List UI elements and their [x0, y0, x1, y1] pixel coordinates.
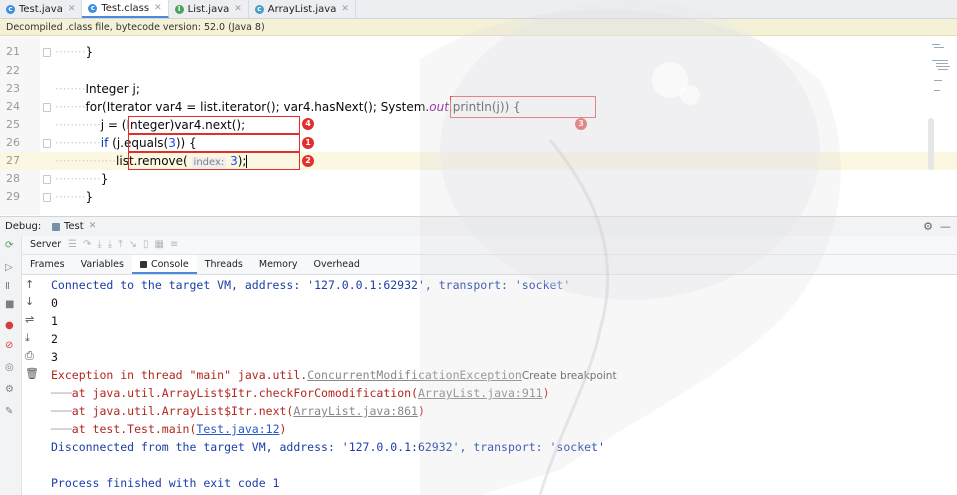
annotation-box-1 — [128, 134, 300, 152]
console-line: 2 — [51, 332, 58, 346]
evaluate-icon[interactable]: ▦ — [155, 236, 164, 254]
rerun-icon[interactable]: ⟳ — [5, 240, 13, 251]
console-line: Process finished with exit code 1 — [51, 476, 280, 490]
tab-test-java[interactable]: c Test.java ✕ — [0, 0, 83, 18]
console-line: 0 — [51, 296, 58, 310]
step-into-icon[interactable]: ⤓ — [97, 236, 101, 254]
console-exception-line: Exception in thread "main" java.util.Con… — [51, 368, 617, 382]
mute-breakpoints-icon[interactable]: ⊘ — [5, 340, 13, 351]
pin-icon[interactable]: ✎ — [5, 406, 13, 417]
annotation-badge: 3 — [575, 118, 587, 130]
debug-toolbar: Server ☰ ↷ ⤓ ⤓ ⤒ ↘ ▯ ▦ ≡ — [22, 236, 957, 255]
debug-tool-window-header: Debug: Test ✕ ⚙ — — [0, 216, 957, 237]
fold-marker-icon[interactable] — [43, 175, 51, 184]
code-minimap[interactable] — [930, 40, 952, 100]
decompiled-banner: Decompiled .class file, bytecode version… — [0, 19, 957, 36]
console-line: 3 — [51, 350, 58, 364]
stack-location-link[interactable]: ArrayList.java:911 — [418, 386, 543, 400]
tab-label: Test.java — [19, 3, 63, 15]
console-stack-line: ───at java.util.ArrayList$Itr.next(Array… — [51, 404, 425, 418]
print-icon[interactable]: ⎙ — [25, 349, 34, 363]
tab-label: List.java — [187, 3, 230, 15]
fold-marker-icon[interactable] — [43, 193, 51, 202]
console-line: Connected to the target VM, address: '12… — [51, 278, 571, 292]
code-line: 21 ········} — [6, 45, 94, 59]
fold-marker-icon[interactable] — [43, 48, 51, 57]
tab-test-class[interactable]: c Test.class ✕ — [82, 0, 169, 18]
up-arrow-icon[interactable]: ↑ — [25, 278, 34, 291]
stack-location-link[interactable]: Test.java:12 — [196, 422, 279, 436]
annotation-box-2 — [128, 152, 300, 170]
tab-variables[interactable]: Variables — [73, 255, 132, 274]
console-output[interactable]: Connected to the target VM, address: '12… — [42, 275, 957, 495]
close-icon[interactable]: ✕ — [68, 4, 76, 14]
run-to-cursor-icon[interactable]: ▯ — [143, 236, 149, 254]
annotation-badge: 4 — [302, 118, 314, 130]
tab-label: ArrayList.java — [267, 3, 337, 15]
class-icon: c — [254, 4, 264, 14]
tab-frames[interactable]: Frames — [22, 255, 73, 274]
step-over-icon[interactable]: ↷ — [83, 236, 91, 254]
class-icon: c — [88, 3, 98, 13]
settings-icon[interactable]: ⚙ — [5, 384, 14, 395]
interface-icon: I — [174, 4, 184, 14]
stop-icon[interactable]: ■ — [5, 299, 14, 310]
debug-tabs: Frames Variables Console Threads Memory … — [22, 255, 957, 275]
console-toolbar: ↑ ↓ ⇌ ⤓ ⎙ 🗑 — [22, 275, 41, 495]
soft-wrap-icon[interactable]: ⇌ — [25, 313, 34, 326]
exception-class-link[interactable]: ConcurrentModificationException — [307, 368, 522, 382]
console-icon — [139, 261, 147, 268]
tab-console[interactable]: Console — [131, 255, 197, 274]
pause-icon[interactable]: Ⅱ — [5, 281, 10, 292]
down-arrow-icon[interactable]: ↓ — [25, 295, 34, 308]
debug-session-tab[interactable]: Test ✕ — [52, 217, 96, 236]
console-stack-line: ───at java.util.ArrayList$Itr.checkForCo… — [51, 386, 550, 400]
settings-icon[interactable]: ⚙ — — [923, 217, 951, 236]
console-line: Disconnected from the target VM, address… — [51, 440, 605, 454]
annotation-badge: 2 — [302, 155, 314, 167]
layout-icon[interactable]: ☰ — [68, 236, 77, 254]
stack-location-link[interactable]: ArrayList.java:861 — [293, 404, 418, 418]
code-line: 29 ········} — [6, 190, 94, 204]
annotation-box-3 — [450, 96, 596, 118]
tab-overhead[interactable]: Overhead — [306, 255, 368, 274]
more-icon[interactable]: ≡ — [170, 236, 178, 254]
annotation-badge: 1 — [302, 137, 314, 149]
code-line: 28 ············} — [6, 172, 109, 186]
debug-left-toolbar: ⟳ ▷ Ⅱ ■ ● ⊘ ◎ ⚙ ✎ — [0, 236, 22, 495]
breakpoints-icon[interactable]: ● — [5, 320, 14, 331]
tab-memory[interactable]: Memory — [251, 255, 306, 274]
resume-icon[interactable]: ▷ — [5, 262, 13, 273]
code-editor[interactable]: 21 ········} 22 23 ········Integer j; 24… — [0, 37, 957, 215]
tab-list-java[interactable]: I List.java ✕ — [169, 0, 249, 18]
tab-label: Test.class — [101, 2, 150, 14]
tab-threads[interactable]: Threads — [197, 255, 251, 274]
console-line: 1 — [51, 314, 58, 328]
console-stack-line: ───at test.Test.main(Test.java:12) — [51, 422, 287, 436]
editor-scrollbar[interactable] — [928, 118, 934, 170]
step-out-icon[interactable]: ⤒ — [118, 236, 122, 254]
close-icon[interactable]: ✕ — [154, 3, 162, 13]
scroll-to-end-icon[interactable]: ⤓ — [25, 331, 30, 345]
drop-frame-icon[interactable]: ↘ — [129, 236, 137, 254]
fold-marker-icon[interactable] — [43, 139, 51, 148]
close-icon[interactable]: ✕ — [234, 4, 242, 14]
close-icon[interactable]: ✕ — [89, 217, 97, 236]
trash-icon[interactable]: 🗑 — [25, 367, 39, 380]
fold-marker-icon[interactable] — [43, 103, 51, 112]
session-icon — [52, 222, 60, 231]
camera-icon[interactable]: ◎ — [5, 362, 14, 373]
create-breakpoint-link[interactable]: Create breakpoint — [522, 370, 617, 382]
editor-tab-bar: c Test.java ✕ c Test.class ✕ I List.java… — [0, 0, 957, 19]
close-icon[interactable]: ✕ — [341, 4, 349, 14]
class-icon: c — [6, 4, 15, 14]
force-step-into-icon[interactable]: ⤓ — [108, 236, 112, 254]
server-label: Server — [30, 239, 62, 250]
tab-arraylist-java[interactable]: c ArrayList.java ✕ — [249, 0, 356, 18]
annotation-box-4 — [128, 116, 300, 134]
code-line: 22 — [6, 64, 20, 77]
